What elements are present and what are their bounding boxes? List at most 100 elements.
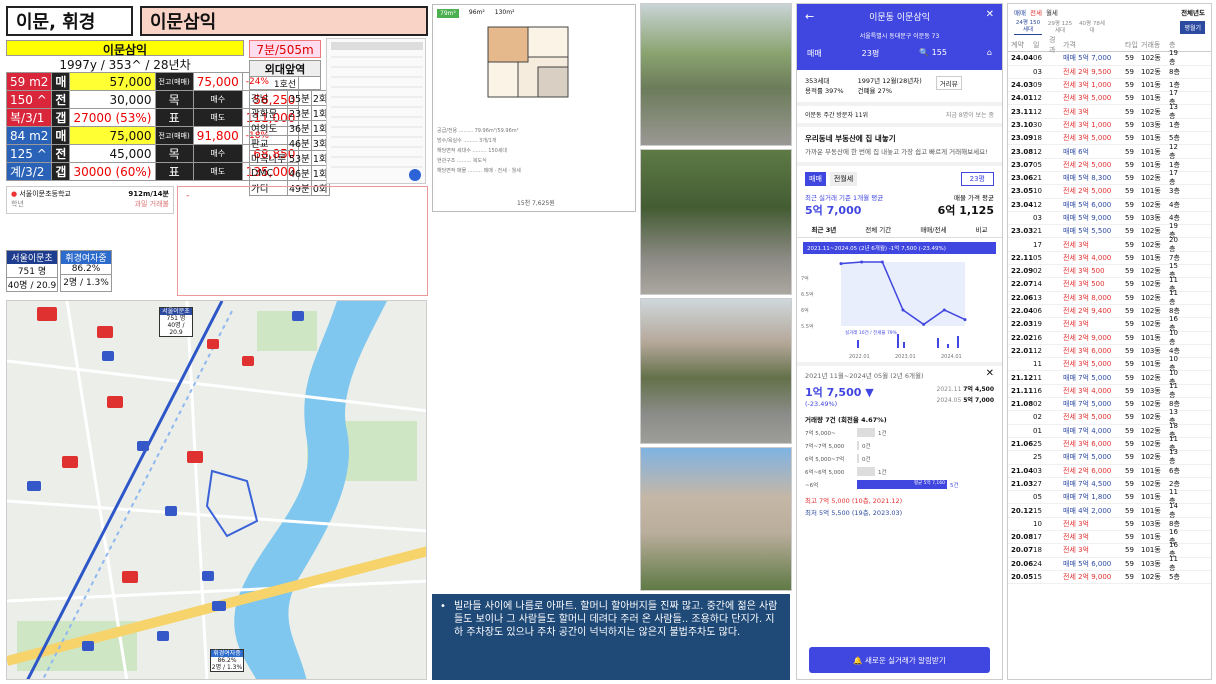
- close-detail-icon[interactable]: ✕: [986, 368, 994, 379]
- tx-row[interactable]: 20.12 15 매매 4억 2,000 59 101동 14층: [1008, 502, 1211, 519]
- tx-row[interactable]: 23.11 12 전세 3억 59 102동 13층: [1008, 103, 1211, 120]
- tx-row[interactable]: 23.06 21 매매 5억 8,300 59 102동 17층: [1008, 169, 1211, 186]
- min-price: 최저 5억 5,500 (19층, 2023.03): [805, 509, 903, 517]
- tx-cell: 02: [1033, 400, 1042, 409]
- price-cell: 전고(매매): [154, 72, 194, 91]
- floorplan-tab[interactable]: 130m²: [495, 9, 515, 18]
- volume-bar: [947, 344, 949, 348]
- tx-row[interactable]: 23.05 10 전세 2억 5,000 59 101동 3층: [1008, 185, 1211, 199]
- tx-row[interactable]: 22.02 16 전세 2억 9,000 59 101동 10층: [1008, 329, 1211, 346]
- tx-row[interactable]: 20.05 15 전세 2억 9,000 59 102동 5층: [1008, 571, 1211, 585]
- floorplan-card: 79m² 96m² 130m² 공급/전용 ......... 79.96m²/59…: [432, 4, 636, 212]
- tx-cell: 13: [1033, 293, 1042, 302]
- tx-cell: 6층: [1169, 466, 1180, 475]
- tx-size-tab[interactable]: 29평 125세대: [1046, 21, 1074, 35]
- tx-row[interactable]: 20.06 24 매매 5억 6,000 59 103동 11층: [1008, 555, 1211, 572]
- tx-tab[interactable]: 전세: [1030, 7, 1042, 17]
- tx-cell: 11층: [1169, 381, 1178, 399]
- tx-cell: 59: [1125, 506, 1134, 515]
- station-name: 외대앞역: [249, 60, 321, 77]
- chart-tab[interactable]: 비교: [975, 224, 987, 234]
- comment-count[interactable]: 🔍 155: [919, 48, 947, 59]
- tx-row[interactable]: 25 매매 7억 5,000 59 102동 13층: [1008, 448, 1211, 466]
- hist-bar: [857, 454, 859, 463]
- price-cell: 매: [51, 126, 71, 145]
- chart-tab[interactable]: 매매/전세: [920, 224, 946, 234]
- tx-row[interactable]: 03 전세 2억 9,500 59 102동 8층: [1008, 66, 1211, 79]
- tx-cell: 5층: [1169, 573, 1180, 582]
- tx-row[interactable]: 21.11 16 전세 3억 4,000 59 103동 11층: [1008, 381, 1211, 399]
- tx-size-tab[interactable]: 24평 150세대: [1014, 20, 1042, 35]
- tx-cell: 전세 3억 4,000: [1063, 253, 1112, 262]
- seg-sale[interactable]: 매매: [805, 172, 826, 186]
- chart-tab[interactable]: 최근 3년: [812, 224, 837, 234]
- tx-row[interactable]: 23.10 30 전세 3억 1,000 59 103동 1층: [1008, 119, 1211, 133]
- tx-cell: 02: [1033, 413, 1042, 422]
- close-icon[interactable]: ✕: [986, 9, 994, 20]
- phone-app: ← 이문동 이문삼익 ✕ 서울특별시 동대문구 이문동 73 매매 23평 🔍 …: [796, 3, 1003, 680]
- tx-cell: 22.06: [1011, 293, 1034, 302]
- school-stats: 서울이문초 751 명 40명 / 20.9 휘경여자중 86.2% 2명 / 1.3%: [6, 250, 112, 292]
- tx-cell: 20.06: [1011, 559, 1034, 568]
- tx-size-tab[interactable]: 40평 78세대: [1078, 21, 1106, 35]
- tx-cell: 13층: [1169, 448, 1178, 466]
- price-point: [942, 308, 946, 312]
- tx-cell: 01: [1033, 426, 1042, 435]
- tx-cell: 102동: [1141, 227, 1161, 236]
- area-map[interactable]: 서울이문초 751 명 40명 / 20.9 휘경여자중 86.2% 2명 / …: [6, 300, 427, 680]
- tx-cell: 매매 5억 6,000: [1063, 200, 1112, 209]
- size-select[interactable]: 23평: [862, 48, 880, 59]
- back-arrow-icon[interactable]: ←: [805, 10, 814, 23]
- tx-header-cell: 경과: [1049, 36, 1056, 55]
- tx-cell: 전세 3억: [1063, 519, 1089, 528]
- price-cell: 계/3/2: [5, 162, 53, 181]
- volume-text: 거래량 7건 (회전율 4.67%): [805, 416, 887, 424]
- tx-cell: 12: [1033, 346, 1042, 355]
- bell-icon[interactable]: ⌂: [987, 48, 992, 59]
- tx-cell: 102동: [1141, 426, 1161, 435]
- tx-cell: 21.03: [1011, 479, 1034, 488]
- floorplan-tab[interactable]: 79m²: [437, 9, 459, 18]
- delta-price: 1억 7,500 ▼: [805, 386, 874, 399]
- street-view-button[interactable]: 거리뷰: [935, 76, 962, 90]
- map-label-school-b: 휘경여자중 86.2% 2명 / 1.3%: [210, 649, 244, 672]
- photo-building: [640, 447, 792, 591]
- chart-tab[interactable]: 전체 기간: [865, 224, 891, 234]
- trade-select[interactable]: 매매: [807, 48, 822, 59]
- tx-cell: 30: [1033, 120, 1042, 129]
- tx-cell: 15: [1033, 573, 1042, 582]
- tx-tab[interactable]: 월세: [1046, 7, 1058, 17]
- tx-row[interactable]: 21.04 03 전세 2억 6,000 59 101동 6층: [1008, 465, 1211, 478]
- tx-row[interactable]: 17 전세 3억 59 102동 20층: [1008, 236, 1211, 253]
- tx-row[interactable]: 24.04 06 매매 5억 7,000 59 102동 19층: [1008, 49, 1211, 66]
- tx-row[interactable]: 23.04 12 매매 5억 6,000 59 102동 4층: [1008, 199, 1211, 212]
- price-chart: 7억 6.5억 6억 5.5억 2022.01 2023.01 2024.01 실거래 10건…: [801, 260, 967, 360]
- tx-cell: 59: [1125, 546, 1134, 555]
- alert-button[interactable]: 🔔 새로운 실거래가 알림받기: [809, 647, 990, 673]
- commute-row: 여의도 36분 1회: [249, 120, 330, 136]
- visitor-more[interactable]: 지금 8명이 보는 중: [946, 110, 994, 119]
- school-note: 과밀 거래불: [134, 200, 169, 208]
- floorplan-tab[interactable]: 96m²: [469, 9, 485, 18]
- price-cell: 표: [154, 162, 194, 181]
- phone-address: 서울특별시 동대문구 이문동 73: [859, 33, 940, 40]
- tx-tab[interactable]: 매매: [1014, 7, 1026, 17]
- year-range-select[interactable]: 전체년도: [1181, 7, 1205, 17]
- tx-cell: 매매 7억 4,500: [1063, 479, 1112, 488]
- tx-cell: 09: [1033, 81, 1042, 90]
- tx-filter-button[interactable]: 평월기: [1180, 21, 1205, 34]
- promo-title[interactable]: 우리동네 부동산에 집 내놓기: [805, 133, 994, 144]
- tx-row[interactable]: 23.08 12 매매 6억 59 101동 12층: [1008, 143, 1211, 160]
- tx-cell: 59: [1125, 333, 1134, 342]
- price-cell: 75,000: [192, 72, 243, 91]
- tx-cell: 25: [1033, 440, 1042, 449]
- seg-rent[interactable]: 전월세: [829, 172, 858, 186]
- promo-body: 가까운 부동산에 한 번에 집 내놓고 가장 쉽고 빠르게 거래해보세요!: [805, 148, 988, 156]
- tx-cell: 101동: [1141, 81, 1161, 90]
- tx-cell: 59: [1125, 413, 1134, 422]
- tx-cell: 06: [1033, 307, 1042, 316]
- seg-size[interactable]: 23평: [960, 172, 994, 186]
- tx-row[interactable]: 22.06 13 전세 3억 8,000 59 102동 11층: [1008, 289, 1211, 306]
- tx-cell: 전세 2억 9,400: [1063, 307, 1112, 316]
- tx-cell: 21: [1033, 227, 1042, 236]
